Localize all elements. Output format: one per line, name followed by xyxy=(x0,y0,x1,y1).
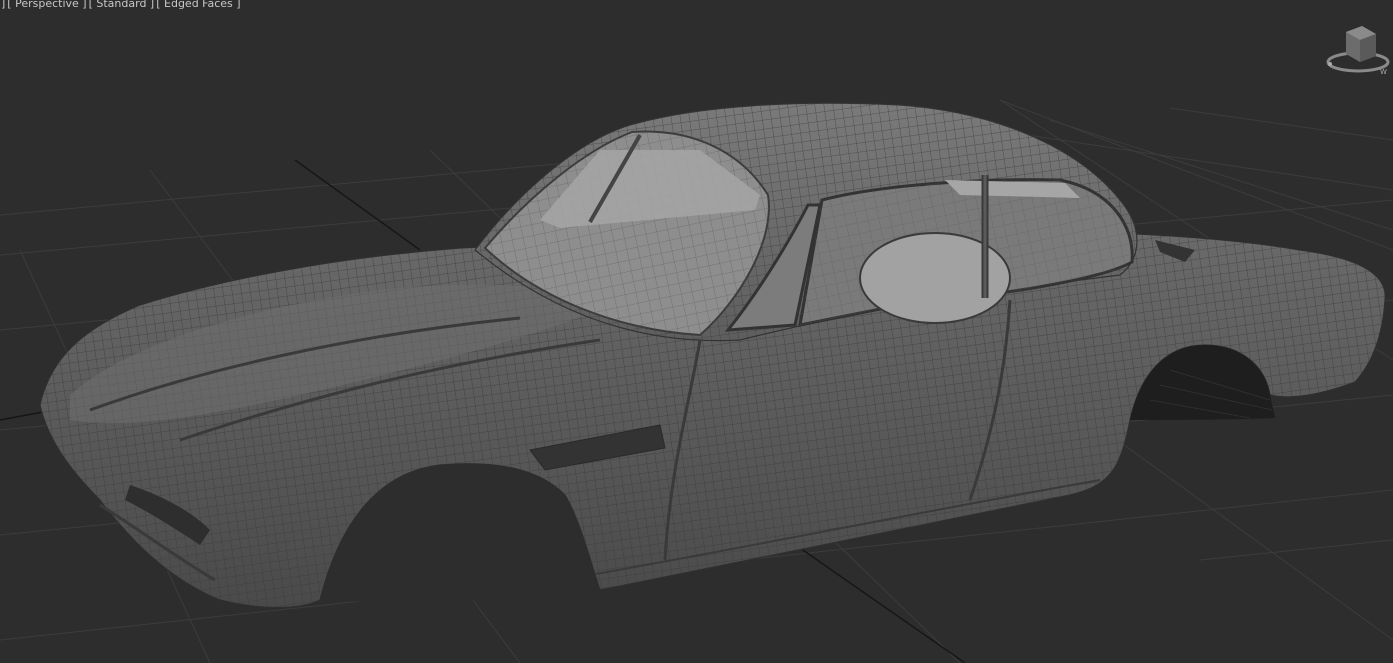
viewcube-icon: W xyxy=(1326,26,1390,76)
perspective-viewport[interactable]: ] [ Perspective ] [ Standard ] [ Edged F… xyxy=(0,0,1393,663)
car-body-mesh xyxy=(39,102,1386,609)
scene-canvas[interactable]: W xyxy=(0,0,1393,663)
svg-text:W: W xyxy=(1380,68,1387,76)
